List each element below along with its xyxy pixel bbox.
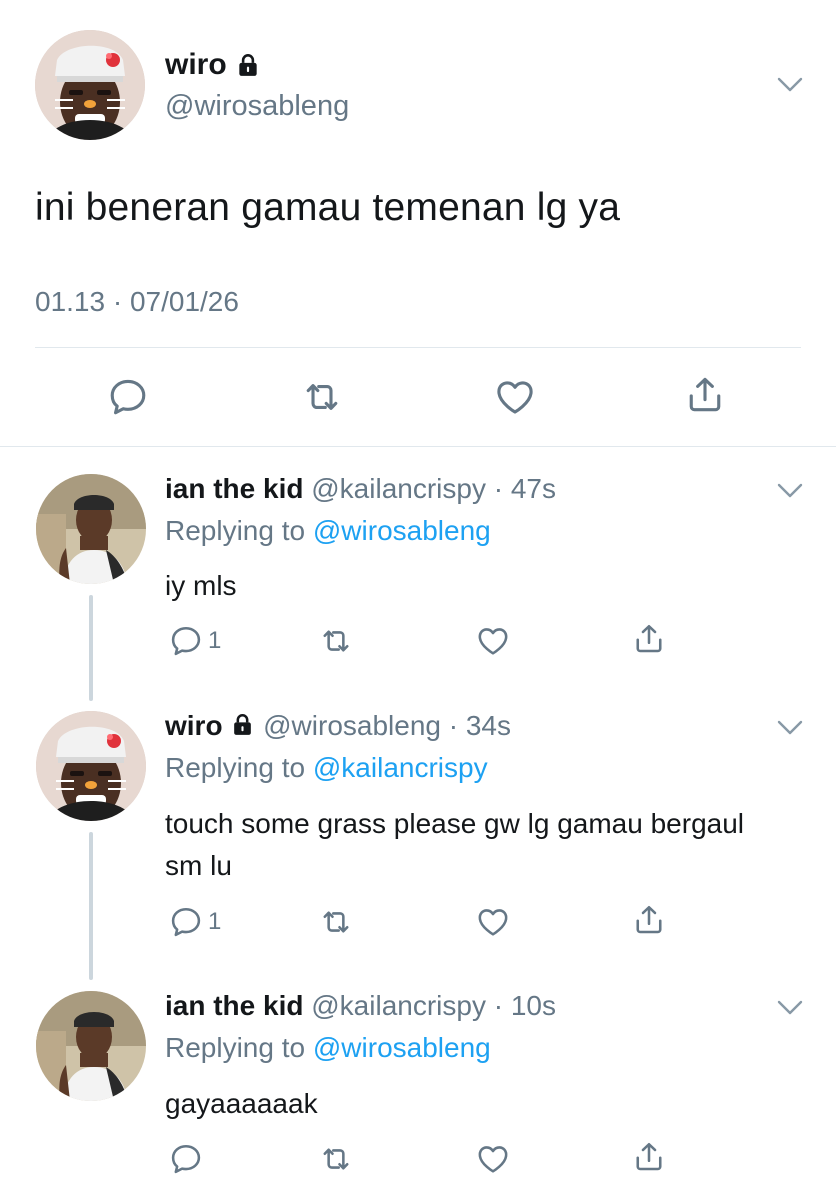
reply-count: 1 <box>208 908 222 935</box>
like-button[interactable] <box>475 1141 511 1177</box>
share-icon <box>683 373 727 417</box>
reply-text: gayaaaaaak <box>165 1088 318 1119</box>
author-handle[interactable]: @wirosableng <box>165 90 349 123</box>
reply-tweet[interactable]: ian the kid @kailancrispy · 47s Replying… <box>0 447 836 707</box>
reply-tweet[interactable]: ian the kid @kailancrispy · 10s Replying… <box>0 987 836 1200</box>
share-button[interactable] <box>631 902 667 938</box>
reply-text: touch some grass please gw lg gamau berg… <box>165 808 745 881</box>
reply-header: ian the kid @kailancrispy · 47s <box>165 473 556 505</box>
retweet-icon <box>318 623 354 659</box>
chevron-down-icon[interactable] <box>776 482 804 500</box>
like-button[interactable] <box>475 623 511 659</box>
tweet-actions <box>0 370 836 424</box>
replying-to-label: Replying to <box>165 752 313 783</box>
share-icon <box>631 1139 667 1175</box>
retweet-button[interactable] <box>318 1141 354 1177</box>
author-name[interactable]: ian the kid <box>165 473 303 504</box>
like-icon <box>475 904 511 940</box>
reply-time[interactable]: · 47s <box>494 473 556 504</box>
reply-icon <box>168 623 204 659</box>
reply-time[interactable]: · 34s <box>449 710 511 741</box>
chevron-down-icon[interactable] <box>776 999 804 1017</box>
tweet-text: ini beneran gamau temenan lg ya <box>35 186 621 229</box>
lock-icon <box>235 52 261 78</box>
chevron-down-icon[interactable] <box>776 719 804 737</box>
like-icon <box>475 623 511 659</box>
retweet-button[interactable] <box>318 904 354 940</box>
like-button[interactable] <box>475 904 511 940</box>
main-tweet: wiro @wirosableng ini beneran gamau teme… <box>0 0 836 447</box>
share-icon <box>631 621 667 657</box>
replying-to: Replying to @wirosableng <box>165 1032 491 1064</box>
share-button[interactable] <box>683 373 727 417</box>
reply-button[interactable] <box>106 375 150 419</box>
chevron-down-icon[interactable] <box>776 76 804 94</box>
author-name[interactable]: wiro <box>165 710 223 741</box>
share-button[interactable] <box>631 1139 667 1175</box>
mention-link[interactable]: @kailancrispy <box>313 752 488 783</box>
replying-to: Replying to @wirosableng <box>165 515 491 547</box>
retweet-button[interactable] <box>300 375 344 419</box>
reply-icon <box>106 375 150 419</box>
reply-icon <box>168 1141 204 1177</box>
reply-tweet[interactable]: wiro @wirosableng · 34s Replying to @kai… <box>0 707 836 987</box>
reply-count: 1 <box>208 627 222 654</box>
reply-header: ian the kid @kailancrispy · 10s <box>165 990 556 1022</box>
share-icon <box>631 902 667 938</box>
reply-button[interactable] <box>168 1141 208 1177</box>
avatar[interactable] <box>36 991 146 1101</box>
replying-to-label: Replying to <box>165 515 313 546</box>
author-handle[interactable]: @kailancrispy <box>311 990 486 1021</box>
retweet-icon <box>300 375 344 419</box>
retweet-icon <box>318 1141 354 1177</box>
mention-link[interactable]: @wirosableng <box>313 1032 491 1063</box>
reply-header: wiro @wirosableng · 34s <box>165 710 511 742</box>
reply-actions <box>0 1141 836 1181</box>
like-icon <box>493 375 537 419</box>
share-button[interactable] <box>631 621 667 657</box>
author-handle[interactable]: @wirosableng <box>263 710 441 741</box>
reply-actions: 1 <box>0 623 836 663</box>
tweet-timestamp[interactable]: 01.13 · 07/01/26 <box>35 286 239 318</box>
author-name[interactable]: ian the kid <box>165 990 303 1021</box>
lock-icon <box>230 712 255 737</box>
reply-actions: 1 <box>0 904 836 944</box>
author-handle[interactable]: @kailancrispy <box>311 473 486 504</box>
reply-time[interactable]: · 10s <box>494 990 556 1021</box>
avatar[interactable] <box>36 474 146 584</box>
divider <box>35 347 801 348</box>
retweet-icon <box>318 904 354 940</box>
retweet-button[interactable] <box>318 623 354 659</box>
mention-link[interactable]: @wirosableng <box>313 515 491 546</box>
like-icon <box>475 1141 511 1177</box>
like-button[interactable] <box>493 375 537 419</box>
author-name[interactable]: wiro <box>165 48 261 82</box>
reply-button[interactable]: 1 <box>168 623 221 659</box>
avatar[interactable] <box>36 711 146 821</box>
replying-to: Replying to @kailancrispy <box>165 752 488 784</box>
reply-button[interactable]: 1 <box>168 904 221 940</box>
replying-to-label: Replying to <box>165 1032 313 1063</box>
avatar[interactable] <box>35 30 145 140</box>
reply-icon <box>168 904 204 940</box>
reply-text: iy mls <box>165 570 237 601</box>
author-name-text[interactable]: wiro <box>165 48 227 82</box>
